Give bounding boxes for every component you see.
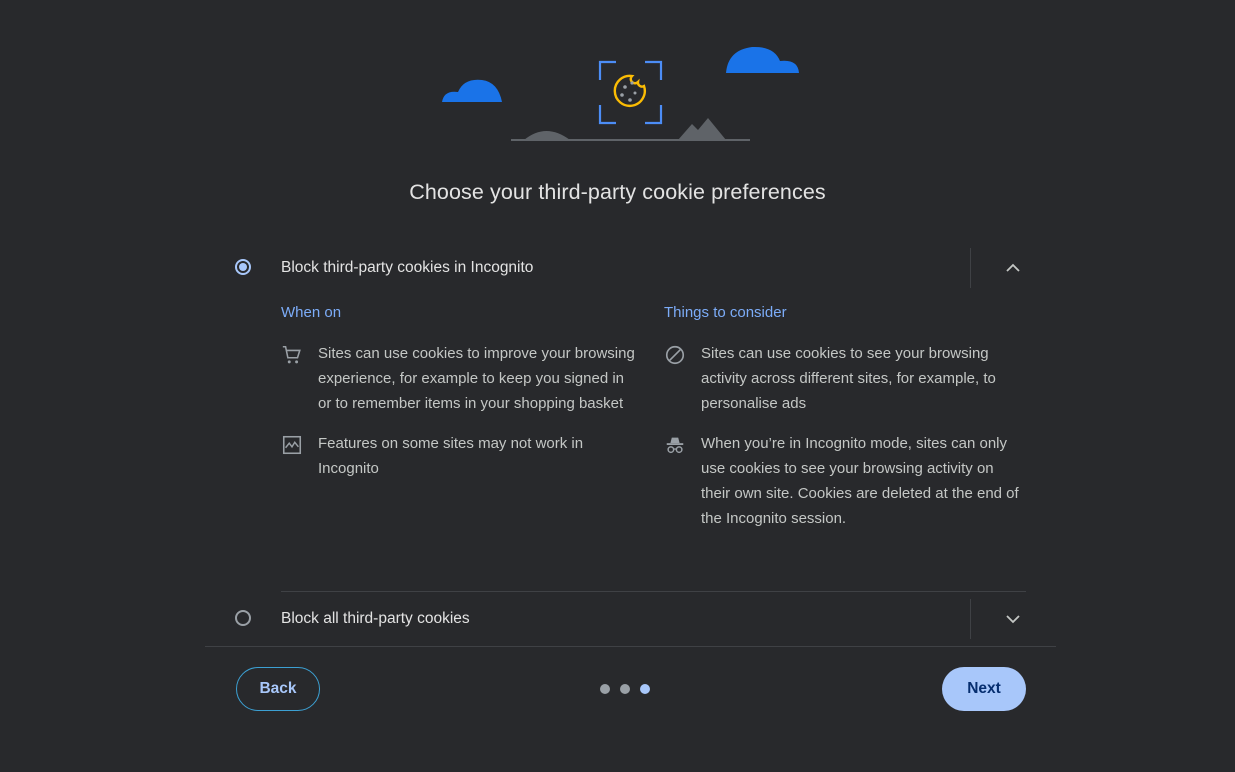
divider bbox=[970, 248, 971, 288]
things-to-consider-heading: Things to consider bbox=[664, 304, 787, 321]
when-on-section: When on Sites can use cookies to improve… bbox=[281, 304, 641, 496]
shopping-cart-icon bbox=[282, 345, 301, 364]
scan-frame bbox=[598, 60, 663, 125]
option-block-all[interactable]: Block all third-party cookies bbox=[205, 599, 1056, 641]
list-item: Features on some sites may not work in I… bbox=[281, 431, 641, 481]
things-to-consider-section: Things to consider Sites can use cookies… bbox=[664, 304, 1024, 546]
option-label: Block third-party cookies in Incognito bbox=[281, 259, 534, 276]
block-icon bbox=[665, 345, 685, 365]
next-button[interactable]: Next bbox=[942, 667, 1026, 711]
option-label: Block all third-party cookies bbox=[281, 610, 470, 627]
list-item: Sites can use cookies to see your browsi… bbox=[664, 341, 1024, 416]
broken-image-icon bbox=[282, 435, 302, 455]
chevron-up-icon[interactable] bbox=[1003, 260, 1023, 276]
cloud-left bbox=[442, 79, 502, 102]
mound bbox=[524, 131, 570, 140]
list-item: Sites can use cookies to improve your br… bbox=[281, 341, 641, 416]
step-dot bbox=[620, 684, 630, 694]
option-separator bbox=[281, 591, 1026, 592]
step-indicator bbox=[600, 684, 650, 696]
cloud-right bbox=[726, 46, 799, 73]
step-dot bbox=[600, 684, 610, 694]
radio-block-all[interactable] bbox=[235, 610, 251, 626]
chevron-down-icon[interactable] bbox=[1003, 611, 1023, 627]
radio-block-incognito[interactable] bbox=[235, 259, 251, 275]
incognito-icon bbox=[666, 437, 684, 454]
step-dot-active bbox=[640, 684, 650, 694]
mountains bbox=[678, 118, 726, 140]
page-title: Choose your third-party cookie preferenc… bbox=[409, 180, 826, 204]
when-on-heading: When on bbox=[281, 304, 342, 321]
cookie-illustration bbox=[442, 46, 799, 141]
list-item: When you’re in Incognito mode, sites can… bbox=[664, 431, 1024, 531]
cookie-icon bbox=[613, 74, 646, 108]
footer-separator bbox=[205, 646, 1056, 647]
back-button[interactable]: Back bbox=[236, 667, 320, 711]
option-block-incognito[interactable]: Block third-party cookies in Incognito bbox=[205, 248, 1056, 290]
divider bbox=[970, 599, 971, 639]
